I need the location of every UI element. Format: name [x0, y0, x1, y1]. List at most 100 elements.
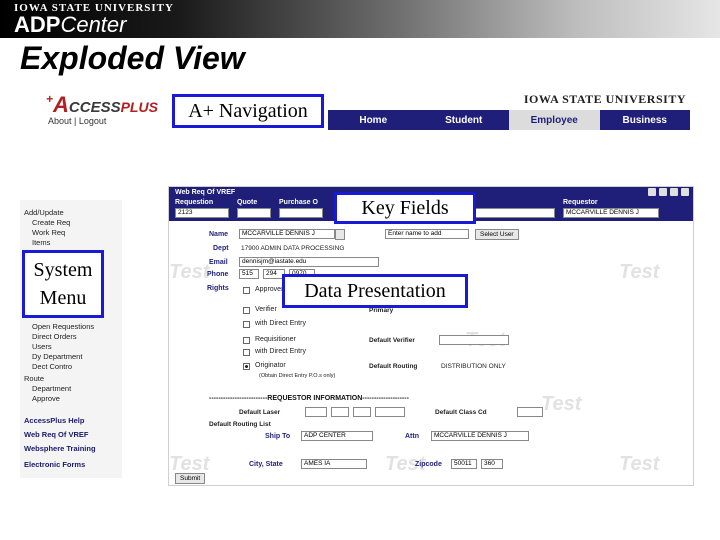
originator-checkbox[interactable] [243, 363, 250, 370]
menu-item[interactable]: Department [32, 384, 71, 393]
city-state-field[interactable]: AMES IA [301, 459, 367, 469]
originator-label: Originator [255, 362, 286, 369]
default-laser-field-4[interactable] [375, 407, 405, 417]
default-verifier-label: Default Verifier [369, 337, 415, 344]
default-verifier-field[interactable] [439, 335, 509, 345]
accessplus-wordmark: +ACCESSPLUS [46, 92, 158, 118]
key-field[interactable] [475, 208, 555, 218]
requestor-field[interactable]: MCCARVILLE DENNIS J [563, 208, 659, 218]
callout-system-line: System [33, 259, 93, 281]
zipcode-label: Zipcode [415, 461, 442, 468]
phone-area-field[interactable]: 515 [239, 269, 259, 279]
callout-data-presentation: Data Presentation [282, 274, 468, 308]
tab-student[interactable]: Student [419, 110, 510, 130]
system-menu: Add/Update Create Req Work Req Items Ope… [20, 200, 122, 478]
quote-field[interactable] [237, 208, 271, 218]
menu-item[interactable]: Approve [32, 394, 60, 403]
email-label: Email [209, 259, 228, 266]
attn-field[interactable]: MCCARVILLE DENNIS J [431, 431, 529, 441]
default-laser-field-3[interactable] [353, 407, 371, 417]
default-class-field[interactable] [517, 407, 543, 417]
requisitioner-label: Requisitioner [255, 336, 296, 343]
verifier-direct-entry-checkbox[interactable] [243, 321, 250, 328]
requestion-label: Requestion [175, 199, 214, 206]
verifier-label: Verifier [255, 306, 277, 313]
requisitioner-direct-entry-checkbox[interactable] [243, 349, 250, 356]
accessplus-navbar: +ACCESSPLUS About | Logout IOWA STATE UN… [40, 88, 690, 130]
menu-link[interactable]: Electronic Forms [24, 460, 85, 469]
menu-link[interactable]: Websphere Training [24, 444, 96, 453]
verifier-checkbox[interactable] [243, 307, 250, 314]
default-routing-list-label: Default Routing List [209, 421, 271, 428]
banner-adp: ADP [14, 12, 61, 37]
select-user-button[interactable]: Select User [475, 229, 519, 240]
help-icon[interactable] [670, 188, 678, 196]
attn-label: Attn [405, 433, 419, 440]
menu-item[interactable]: Users [32, 342, 52, 351]
menu-link[interactable]: AccessPlus Help [24, 416, 84, 425]
name-dropdown-icon[interactable] [335, 229, 345, 240]
phone-label: Phone [207, 271, 229, 278]
print-icon[interactable] [648, 188, 656, 196]
submit-button[interactable]: Submit [175, 473, 206, 484]
app-title: Web Req Of VREF [175, 189, 236, 196]
default-laser-field-2[interactable] [331, 407, 349, 417]
about-logout-links[interactable]: About | Logout [48, 116, 106, 126]
menu-item[interactable]: Open Requestions [32, 322, 94, 331]
adp-center-banner: IOWA STATE UNIVERSITY ADPCenter [0, 0, 720, 38]
accessplus-logo[interactable]: +ACCESSPLUS About | Logout [42, 88, 172, 130]
menu-item[interactable]: Direct Orders [32, 332, 77, 341]
menu-item[interactable]: Items [32, 238, 50, 247]
close-icon[interactable] [681, 188, 689, 196]
banner-center: Center [60, 12, 127, 37]
ship-to-label: Ship To [265, 433, 291, 440]
menu-item[interactable]: Work Req [32, 228, 65, 237]
default-routing-select[interactable]: DISTRIBUTION ONLY [441, 363, 506, 370]
name-select[interactable]: MCCARVILLE DENNIS J [239, 229, 335, 239]
city-state-label: City, State [249, 461, 283, 468]
callout-menu-line: Menu [39, 287, 87, 309]
menu-item[interactable]: Add/Update [24, 208, 64, 217]
requestion-field[interactable]: 2123 [175, 208, 229, 218]
menu-item[interactable]: Route [24, 374, 44, 383]
zipcode-field[interactable]: 50011 [451, 459, 477, 469]
logo-plus: + [46, 92, 54, 106]
logo-plus-word: PLUS [120, 99, 158, 115]
banner-logo: ADPCenter [14, 12, 127, 38]
menu-item[interactable]: Create Req [32, 218, 70, 227]
approver-checkbox[interactable] [243, 287, 250, 294]
purchase-order-label: Purchase O [279, 199, 318, 206]
logo-ccess: CCESS [68, 99, 121, 116]
dept-value: 17900 ADMIN DATA PROCESSING [241, 245, 345, 252]
test-watermark: Test [619, 261, 660, 283]
test-watermark: Test [541, 393, 582, 415]
callout-system-menu: System Menu [22, 250, 104, 318]
rights-label: Rights [207, 285, 229, 292]
callout-key-fields: Key Fields [334, 192, 476, 224]
menu-link[interactable]: Web Req Of VREF [24, 430, 88, 439]
tab-employee[interactable]: Employee [509, 110, 600, 130]
test-watermark: Test [169, 261, 210, 283]
primary-label: Primary [369, 307, 394, 314]
name-label: Name [209, 231, 229, 238]
menu-item[interactable]: Dy Department [32, 352, 82, 361]
name-search-input[interactable]: Enter name to add [385, 229, 469, 239]
purchase-order-field[interactable] [279, 208, 323, 218]
web-req-window: Test Test Test Test Test Test Test Web R… [168, 186, 694, 486]
verifier-direct-entry-label: with Direct Entry [255, 320, 306, 327]
tab-business[interactable]: Business [600, 110, 691, 130]
ship-to-field[interactable]: ADP CENTER [301, 431, 373, 441]
default-laser-label: Default Laser [239, 409, 281, 416]
menu-item[interactable]: Dect Contro [32, 362, 72, 371]
requestor-label: Requestor [563, 199, 598, 206]
requisitioner-checkbox[interactable] [243, 337, 250, 344]
tab-home[interactable]: Home [328, 110, 419, 130]
requisitioner-direct-entry-label: with Direct Entry [255, 348, 306, 355]
default-class-label: Default Class Cd [435, 409, 487, 416]
slide-title: Exploded View [20, 40, 245, 76]
lock-icon[interactable] [659, 188, 667, 196]
default-routing-label: Default Routing [369, 363, 418, 370]
zipcode-ext-field[interactable]: 360 [481, 459, 503, 469]
email-field[interactable]: dennisjm@iastate.edu [239, 257, 379, 267]
default-laser-field-1[interactable] [305, 407, 327, 417]
